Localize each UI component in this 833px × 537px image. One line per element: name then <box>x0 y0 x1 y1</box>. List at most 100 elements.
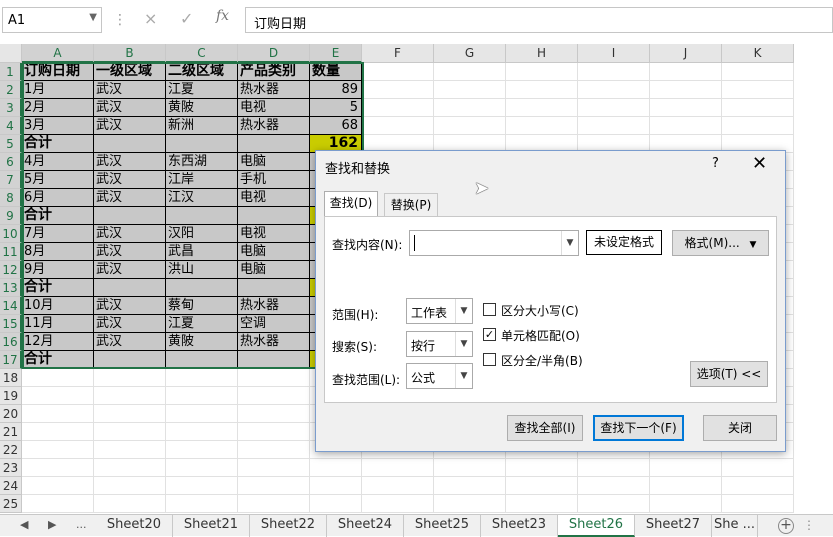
cell-b16[interactable]: 武汉 <box>94 333 166 351</box>
row-header-16[interactable]: 16 <box>0 333 22 351</box>
cell-e4[interactable]: 68 <box>310 117 362 135</box>
cell-e24[interactable] <box>310 477 362 495</box>
cell-f2[interactable] <box>362 81 434 99</box>
cell-f1[interactable] <box>362 63 434 81</box>
cell-k24[interactable] <box>722 477 794 495</box>
row-header-17[interactable]: 17 <box>0 351 22 369</box>
cell-g1[interactable] <box>434 63 506 81</box>
cell-a24[interactable] <box>22 477 94 495</box>
cell-b6[interactable]: 武汉 <box>94 153 166 171</box>
row-header-7[interactable]: 7 <box>0 171 22 189</box>
row-header-22[interactable]: 22 <box>0 441 22 459</box>
row-header-13[interactable]: 13 <box>0 279 22 297</box>
chevron-down-icon[interactable]: ▼ <box>455 332 472 356</box>
cell-d11[interactable]: 电脑 <box>238 243 310 261</box>
row-header-3[interactable]: 3 <box>0 99 22 117</box>
cell-c13[interactable] <box>166 279 238 297</box>
tab-next-icon[interactable]: ▶ <box>48 518 56 531</box>
cell-g24[interactable] <box>434 477 506 495</box>
cell-d20[interactable] <box>238 405 310 423</box>
cell-b18[interactable] <box>94 369 166 387</box>
enter-icon[interactable]: ✓ <box>180 9 193 28</box>
cell-d2[interactable]: 热水器 <box>238 81 310 99</box>
cell-j23[interactable] <box>650 459 722 477</box>
name-box[interactable]: A1 ▼ <box>2 7 102 33</box>
cell-b24[interactable] <box>94 477 166 495</box>
scope-select[interactable]: 工作表 ▼ <box>406 298 473 324</box>
row-header-19[interactable]: 19 <box>0 387 22 405</box>
cell-j1[interactable] <box>650 63 722 81</box>
cell-c2[interactable]: 江夏 <box>166 81 238 99</box>
column-header-i[interactable]: I <box>578 44 650 63</box>
chevron-down-icon[interactable]: ▼ <box>561 231 578 255</box>
column-header-d[interactable]: D <box>238 44 310 63</box>
cell-c18[interactable] <box>166 369 238 387</box>
match-cell-label[interactable]: 单元格匹配(O) <box>501 327 580 344</box>
sheet-tab[interactable]: Sheet24 <box>327 515 404 537</box>
cell-a12[interactable]: 9月 <box>22 261 94 279</box>
cell-d4[interactable]: 热水器 <box>238 117 310 135</box>
cell-d12[interactable]: 电脑 <box>238 261 310 279</box>
row-header-20[interactable]: 20 <box>0 405 22 423</box>
cell-b7[interactable]: 武汉 <box>94 171 166 189</box>
cell-f4[interactable] <box>362 117 434 135</box>
row-header-12[interactable]: 12 <box>0 261 22 279</box>
cell-f23[interactable] <box>362 459 434 477</box>
look-in-select[interactable]: 公式 ▼ <box>406 363 473 389</box>
cell-j24[interactable] <box>650 477 722 495</box>
sheet-tab[interactable]: Sheet26 <box>558 515 635 537</box>
match-cell-checkbox[interactable]: ✓ <box>483 328 496 341</box>
cell-b10[interactable]: 武汉 <box>94 225 166 243</box>
cell-c16[interactable]: 黄陂 <box>166 333 238 351</box>
cell-d6[interactable]: 电脑 <box>238 153 310 171</box>
cell-h1[interactable] <box>506 63 578 81</box>
cell-i2[interactable] <box>578 81 650 99</box>
row-header-5[interactable]: 5 <box>0 135 22 153</box>
row-header-18[interactable]: 18 <box>0 369 22 387</box>
cell-b9[interactable] <box>94 207 166 225</box>
cell-k25[interactable] <box>722 495 794 513</box>
cell-k1[interactable] <box>722 63 794 81</box>
cell-d8[interactable]: 电视 <box>238 189 310 207</box>
tab-more[interactable]: ... <box>76 518 87 531</box>
row-header-23[interactable]: 23 <box>0 459 22 477</box>
find-next-button[interactable]: 查找下一个(F) <box>593 415 684 441</box>
cell-j3[interactable] <box>650 99 722 117</box>
cell-c22[interactable] <box>166 441 238 459</box>
row-header-25[interactable]: 25 <box>0 495 22 513</box>
find-all-button[interactable]: 查找全部(I) <box>507 415 583 441</box>
column-header-j[interactable]: J <box>650 44 722 63</box>
row-header-1[interactable]: 1 <box>0 63 22 81</box>
row-header-14[interactable]: 14 <box>0 297 22 315</box>
cell-a19[interactable] <box>22 387 94 405</box>
close-button[interactable]: 关闭 <box>703 415 777 441</box>
cell-c12[interactable]: 洪山 <box>166 261 238 279</box>
cell-b17[interactable] <box>94 351 166 369</box>
cell-b2[interactable]: 武汉 <box>94 81 166 99</box>
cell-a7[interactable]: 5月 <box>22 171 94 189</box>
cell-e2[interactable]: 89 <box>310 81 362 99</box>
cell-b23[interactable] <box>94 459 166 477</box>
cell-a25[interactable] <box>22 495 94 513</box>
cell-d18[interactable] <box>238 369 310 387</box>
options-button[interactable]: 选项(T) << <box>690 361 768 387</box>
cell-e25[interactable] <box>310 495 362 513</box>
row-header-4[interactable]: 4 <box>0 117 22 135</box>
match-width-label[interactable]: 区分全/半角(B) <box>501 352 583 369</box>
cell-c5[interactable] <box>166 135 238 153</box>
cell-k2[interactable] <box>722 81 794 99</box>
cell-f3[interactable] <box>362 99 434 117</box>
match-case-label[interactable]: 区分大小写(C) <box>501 302 579 319</box>
match-width-checkbox[interactable] <box>483 353 496 366</box>
sheet-tab[interactable]: Sheet23 <box>481 515 558 537</box>
cell-a4[interactable]: 3月 <box>22 117 94 135</box>
cell-i3[interactable] <box>578 99 650 117</box>
cell-c21[interactable] <box>166 423 238 441</box>
cell-d17[interactable] <box>238 351 310 369</box>
cell-d25[interactable] <box>238 495 310 513</box>
cell-h3[interactable] <box>506 99 578 117</box>
cell-a18[interactable] <box>22 369 94 387</box>
cell-c20[interactable] <box>166 405 238 423</box>
cell-a13[interactable]: 合计 <box>22 279 94 297</box>
cell-c11[interactable]: 武昌 <box>166 243 238 261</box>
